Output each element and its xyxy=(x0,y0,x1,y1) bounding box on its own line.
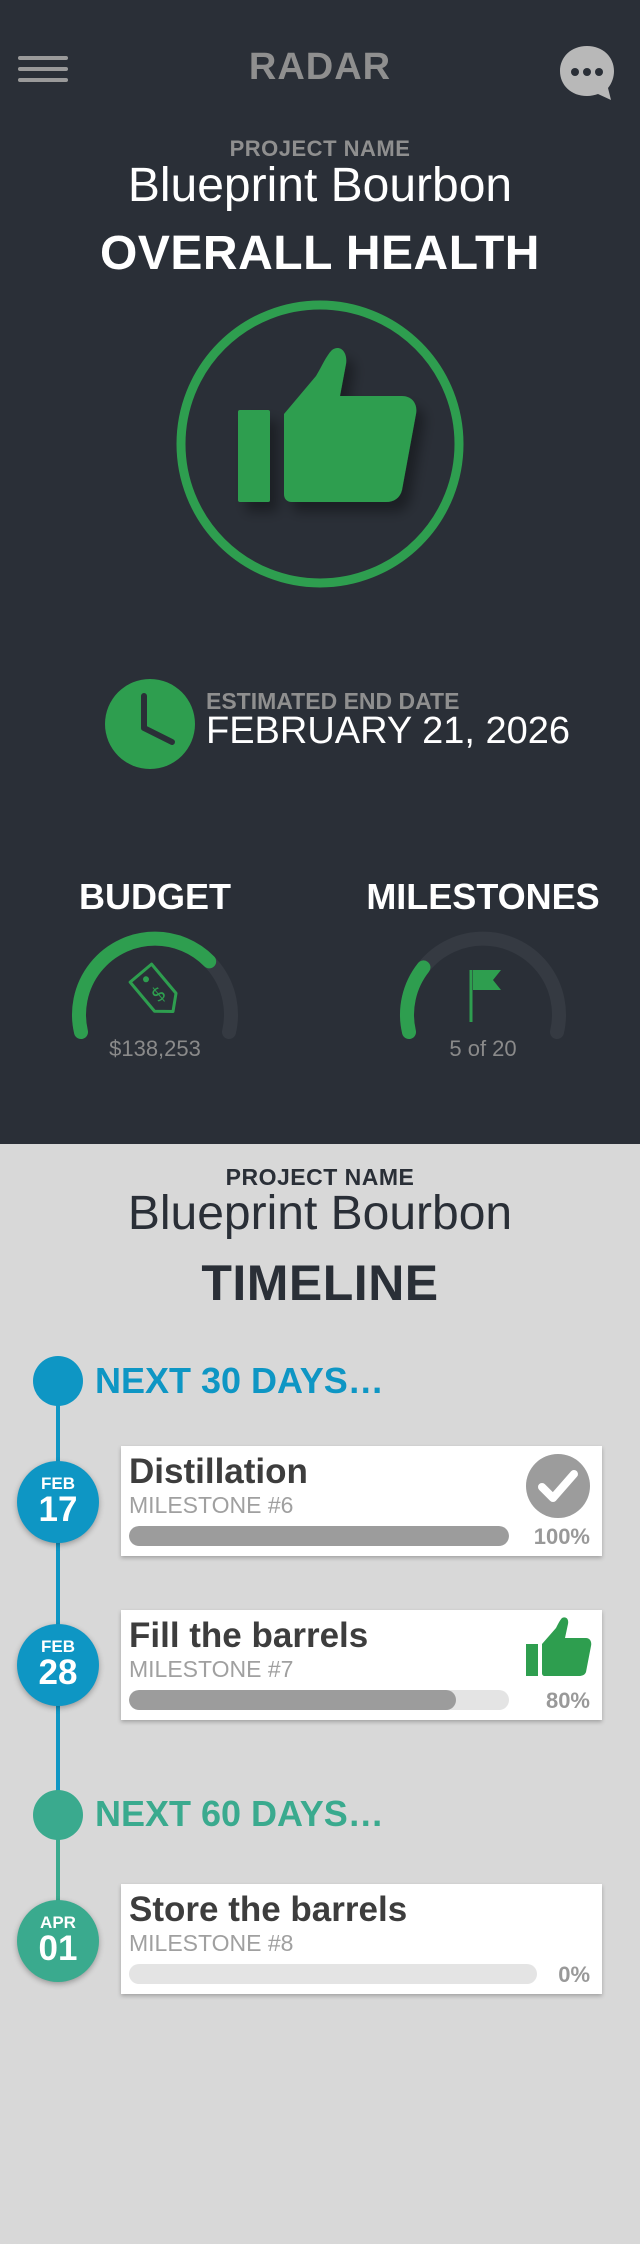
milestones-value: 5 of 20 xyxy=(449,1036,517,1061)
milestone-percent: 0% xyxy=(558,1962,590,1987)
chat-icon[interactable] xyxy=(556,42,618,104)
timeline-panel: PROJECT NAME Blueprint Bourbon TIMELINE … xyxy=(0,1144,640,2244)
date-day: 17 xyxy=(38,1490,78,1529)
date-day: 01 xyxy=(38,1929,78,1968)
milestone-progress-bar xyxy=(129,1964,537,1984)
milestone-subtitle: MILESTONE #6 xyxy=(129,1492,294,1518)
flag-icon xyxy=(469,970,501,1022)
milestones-title: MILESTONES xyxy=(366,876,600,917)
section-heading-60-days: NEXT 60 DAYS… xyxy=(95,1793,384,1834)
milestone-subtitle: MILESTONE #7 xyxy=(129,1656,294,1682)
milestone-progress-bar xyxy=(129,1690,509,1710)
timeline-title: TIMELINE xyxy=(201,1255,439,1311)
progress-fill xyxy=(129,1690,456,1710)
milestone-progress-bar xyxy=(129,1526,509,1546)
budget-value: $138,253 xyxy=(109,1036,201,1061)
date-badge: FEB 28 xyxy=(17,1624,99,1706)
thumbs-up-icon xyxy=(176,300,464,588)
budget-title: BUDGET xyxy=(79,876,231,917)
milestone-percent: 100% xyxy=(533,1524,590,1549)
milestone-subtitle: MILESTONE #8 xyxy=(129,1930,294,1956)
budget-gauge: $ xyxy=(65,918,245,1048)
health-status-indicator xyxy=(176,300,464,588)
check-circle-icon xyxy=(524,1452,592,1520)
price-tag-icon: $ xyxy=(128,962,178,1013)
milestone-card-distillation[interactable]: Distillation MILESTONE #6 100% xyxy=(121,1446,602,1556)
milestone-percent: 80% xyxy=(545,1688,590,1713)
timeline-project-name: Blueprint Bourbon xyxy=(127,1187,513,1240)
overview-panel: RADAR PROJECT NAME Blueprint Bourbon OVE… xyxy=(0,0,640,1144)
section-dot xyxy=(33,1356,83,1406)
project-name: Blueprint Bourbon xyxy=(127,159,513,212)
milestone-card-store-barrels[interactable]: Store the barrels MILESTONE #8 0% xyxy=(121,1884,602,1994)
milestone-card-fill-barrels[interactable]: Fill the barrels MILESTONE #7 80% xyxy=(121,1610,602,1720)
milestones-gauge xyxy=(393,918,573,1048)
date-badge: FEB 17 xyxy=(17,1461,99,1543)
date-badge: APR 01 xyxy=(17,1900,99,1982)
thumbs-up-icon xyxy=(524,1616,592,1684)
section-dot xyxy=(33,1790,83,1840)
overall-health-title: OVERALL HEALTH xyxy=(100,227,540,280)
section-heading-30-days: NEXT 30 DAYS… xyxy=(95,1360,384,1401)
milestone-title: Fill the barrels xyxy=(129,1616,369,1655)
app-title: RADAR xyxy=(248,46,392,88)
end-date-value: FEBRUARY 21, 2026 xyxy=(206,710,571,752)
milestone-title: Distillation xyxy=(129,1452,308,1491)
date-day: 28 xyxy=(38,1653,78,1692)
progress-fill xyxy=(129,1526,509,1546)
clock-icon xyxy=(104,678,196,770)
milestone-title: Store the barrels xyxy=(129,1890,408,1929)
